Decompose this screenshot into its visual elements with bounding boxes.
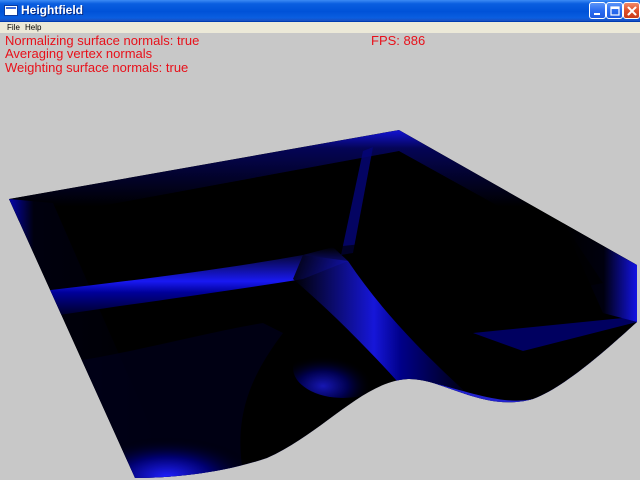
averaging-status-text: Averaging vertex normals [5, 46, 153, 61]
weighting-status-text: Weighting surface normals: true [5, 60, 189, 75]
close-icon [627, 6, 637, 16]
maximize-icon [610, 6, 620, 16]
app-window: Heightfield File Help Normalizing surfac… [0, 0, 640, 480]
window-title: Heightfield [21, 3, 83, 17]
heightfield-surface [9, 130, 637, 478]
menu-help[interactable]: Help [25, 22, 41, 33]
render-viewport[interactable]: Normalizing surface normals: true Averag… [3, 33, 637, 480]
close-button[interactable] [623, 2, 640, 19]
maximize-button[interactable] [606, 2, 623, 19]
title-bar[interactable]: Heightfield [0, 0, 640, 22]
fps-counter: FPS: 886 [371, 33, 426, 48]
menu-bar: File Help [0, 22, 640, 33]
menu-file[interactable]: File [7, 22, 20, 33]
minimize-icon [594, 13, 600, 15]
minimize-button[interactable] [589, 2, 606, 19]
app-window-icon[interactable] [4, 5, 18, 16]
